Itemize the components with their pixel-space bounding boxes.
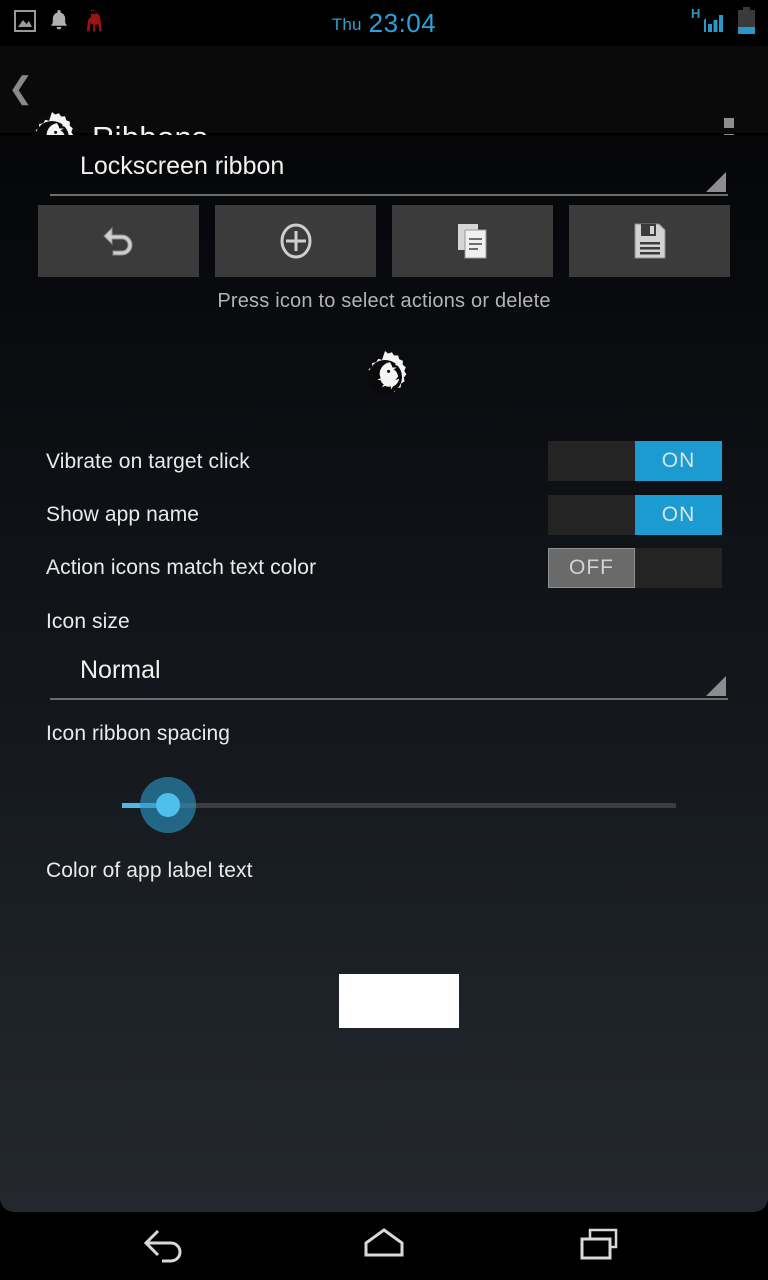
setting-label: Vibrate on target click [46,450,250,473]
copy-button[interactable] [392,205,553,277]
signal-bars-icon: H [691,6,729,41]
nav-recents-button[interactable] [520,1212,680,1280]
copy-documents-icon [454,220,492,262]
toolbar-hint-text: Press icon to select actions or delete [217,290,551,312]
android-screen: Thu 23:04 H ❮ Lockscreen ribbon Press ic… [0,0,768,1280]
undo-arrow-icon [99,222,139,260]
icons-match-text-color-toggle[interactable]: OFF [548,548,722,588]
status-bar-clock: Thu 23:04 [0,0,768,46]
overflow-dot [724,118,734,128]
ribbon-preview-gear-unicorn-icon[interactable] [357,349,413,405]
dropdown-triangle-icon [706,172,726,192]
nav-home-button[interactable] [304,1212,464,1280]
setting-row-icon-ribbon-spacing: Icon ribbon spacing [46,717,722,757]
setting-row-icon-size: Icon size [46,605,722,645]
switch-thumb: ON [635,495,722,535]
icon-size-value: Normal [80,656,161,684]
icon-size-spinner[interactable]: Normal [50,656,728,700]
switch-thumb: ON [635,441,722,481]
setting-row-label-color: Color of app label text [46,854,722,894]
setting-row-vibrate: Vibrate on target click ON [46,441,722,485]
setting-label: Action icons match text color [46,556,317,579]
svg-text:H: H [691,6,700,21]
settings-content: Lockscreen ribbon Press icon to select a… [0,135,768,1212]
nav-home-icon [358,1223,410,1270]
clock-day: Thu [331,14,362,34]
floppy-disk-icon [632,221,668,261]
nav-back-icon [141,1223,195,1270]
save-button[interactable] [569,205,730,277]
setting-label: Show app name [46,503,200,526]
status-bar-system-icons: H [691,0,756,46]
revert-button[interactable] [38,205,199,277]
clock-time: 23:04 [368,7,437,38]
setting-row-show-app-name: Show app name ON [46,495,722,538]
slider-thumb[interactable] [156,793,180,817]
battery-icon [737,6,756,41]
slider-track [122,803,676,808]
label-color-label: Color of app label text [46,859,253,882]
dropdown-triangle-icon [706,676,726,696]
show-app-name-toggle[interactable]: ON [548,495,722,535]
icon-ribbon-spacing-slider[interactable] [46,775,722,835]
ribbon-selector-spinner[interactable]: Lockscreen ribbon [50,152,728,196]
setting-row-icons-match-text-color: Action icons match text color OFF [46,548,722,591]
add-button[interactable] [215,205,376,277]
ribbon-selector-value: Lockscreen ribbon [80,152,285,180]
app-label-color-swatch[interactable] [339,974,459,1028]
switch-thumb: OFF [548,548,635,588]
ribbon-toolbar [38,205,730,277]
nav-back-button[interactable] [88,1212,248,1280]
icon-size-label: Icon size [46,610,130,633]
icon-ribbon-spacing-label: Icon ribbon spacing [46,722,231,745]
back-chevron-icon[interactable]: ❮ [8,74,33,104]
app-bar: ❮ Ribbons [0,46,768,181]
status-bar: Thu 23:04 H [0,0,768,46]
vibrate-toggle[interactable]: ON [548,441,722,481]
nav-recents-icon [574,1223,626,1270]
plus-circle-icon [276,220,316,262]
navigation-bar [0,1212,768,1280]
